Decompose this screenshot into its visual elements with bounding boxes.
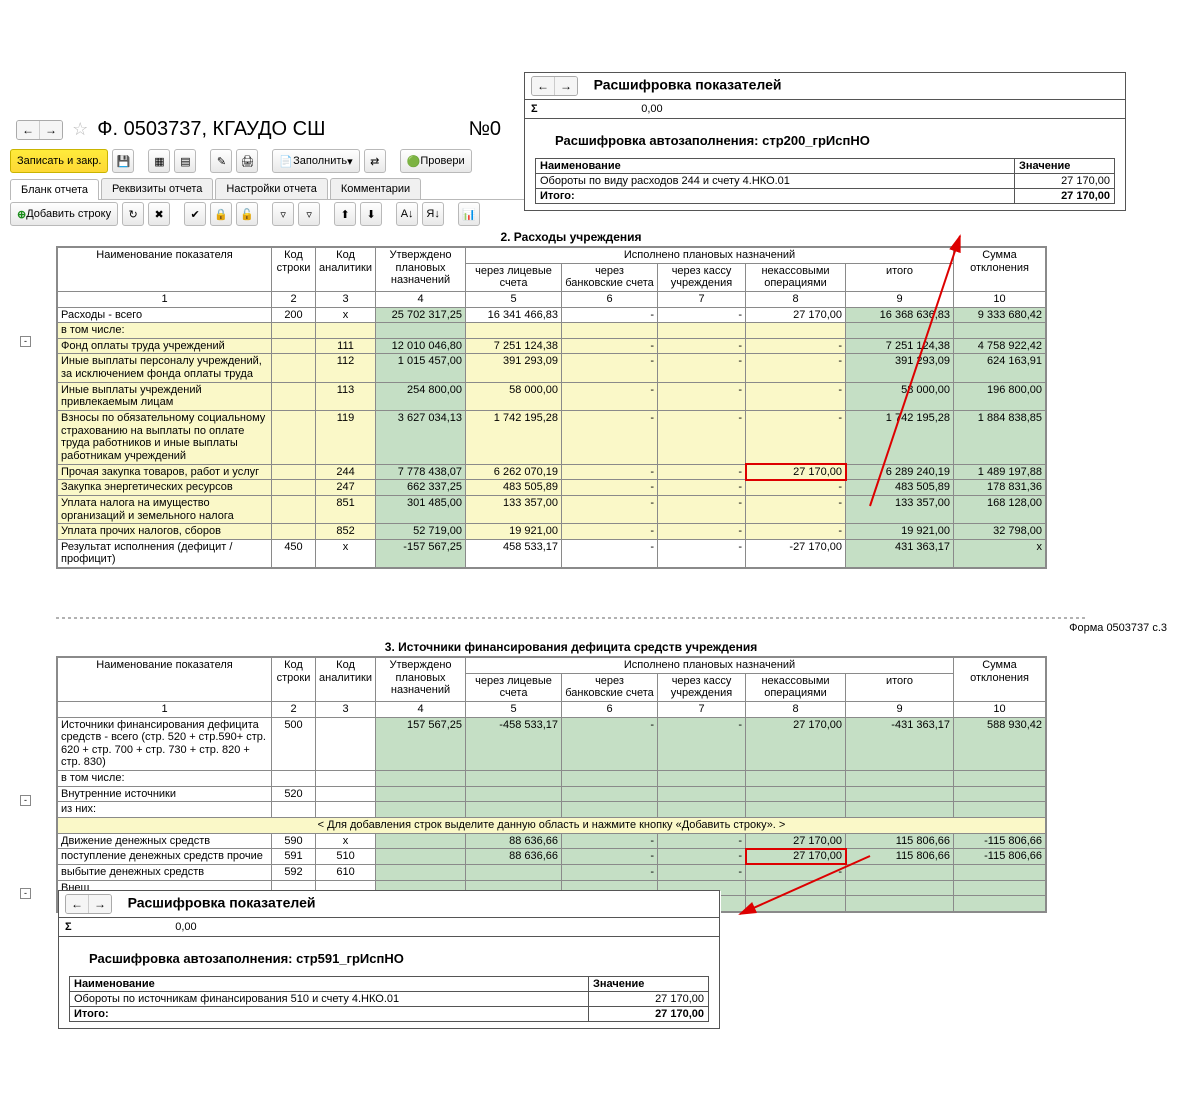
grid-toolbar: ⊕ Добавить строку ↻ ✖ ✔ 🔒 🔓 ▿ ▿ ⬆ ⬇ А↓ Я…	[10, 202, 480, 226]
unlock-icon[interactable]: 🔓	[236, 202, 258, 226]
table-row[interactable]: поступление денежных средств прочие59151…	[58, 849, 1046, 865]
table-row[interactable]: Уплата налога на имущество организаций и…	[58, 495, 1046, 523]
sigma-input[interactable]	[75, 920, 199, 934]
table-row[interactable]: Прочая закупка товаров, работ и услуг244…	[58, 464, 1046, 480]
lock-icon[interactable]: 🔒	[210, 202, 232, 226]
filter2-icon[interactable]: ▿	[298, 202, 320, 226]
table-row[interactable]: Закупка энергетических ресурсов247662 33…	[58, 480, 1046, 496]
tab-settings[interactable]: Настройки отчета	[215, 178, 327, 199]
popup-nav[interactable]: ←→	[65, 894, 112, 914]
section2-title: 2. Расходы учреждения	[56, 230, 1086, 244]
check-icon[interactable]: ✔	[184, 202, 206, 226]
tab-blank[interactable]: Бланк отчета	[10, 179, 99, 200]
chart-icon[interactable]: 📊	[458, 202, 480, 226]
tab-comments[interactable]: Комментарии	[330, 178, 421, 199]
filter1-icon[interactable]: ▿	[272, 202, 294, 226]
delete-icon[interactable]: ✖	[148, 202, 170, 226]
table-row[interactable]: Взносы по обязательному социальному стра…	[58, 411, 1046, 465]
section3-table[interactable]: Наименование показателя Код строки Код а…	[57, 657, 1046, 912]
convert-icon[interactable]: ⇄	[364, 149, 386, 173]
section2-table[interactable]: Наименование показателя Код строки Код а…	[57, 247, 1046, 568]
nav-back-forward[interactable]: ←→	[16, 120, 63, 140]
table-row[interactable]: Расходы - всего200x25 702 317,2516 341 4…	[58, 307, 1046, 323]
table-row[interactable]: Источники финансирования дефицита средст…	[58, 717, 1046, 771]
save-icon[interactable]: 💾	[112, 149, 134, 173]
table-row[interactable]: Движение денежных средств590x88 636,66--…	[58, 833, 1046, 849]
up-icon[interactable]: ⬆	[334, 202, 356, 226]
favorite-star-icon[interactable]: ☆	[72, 119, 88, 140]
refresh-icon[interactable]: ↻	[122, 202, 144, 226]
popup-nav[interactable]: ←→	[531, 76, 578, 96]
table-row[interactable]: Иные выплаты учреждений привлекаемым лиц…	[58, 382, 1046, 410]
popup-header: Расшифровка автозаполнения: стр591_грИсп…	[59, 937, 719, 976]
popup-table: НаименованиеЗначение Обороты по источник…	[69, 976, 709, 1022]
popup-title: Расшифровка показателей	[594, 77, 782, 93]
table-row[interactable]: Уплата прочих налогов, сборов85252 719,0…	[58, 524, 1046, 540]
print-icon[interactable]: 🖨	[236, 149, 258, 173]
table-row[interactable]: Результат исполнения (дефицит / профицит…	[58, 539, 1046, 567]
tabs: Бланк отчета Реквизиты отчета Настройки …	[10, 178, 530, 200]
tree-toggle-icon[interactable]: -	[20, 795, 31, 806]
popup-title: Расшифровка показателей	[128, 895, 316, 911]
sort-za-icon[interactable]: Я↓	[422, 202, 444, 226]
edit-icon[interactable]: ✎	[210, 149, 232, 173]
table-row[interactable]: выбытие денежных средств592610---	[58, 864, 1046, 880]
popup-table: НаименованиеЗначение Обороты по виду рас…	[535, 158, 1115, 204]
table-row[interactable]: в том числе:	[58, 771, 1046, 787]
check-button[interactable]: 🟢 Провери	[400, 149, 472, 173]
down-icon[interactable]: ⬇	[360, 202, 382, 226]
table-row[interactable]: Фонд оплаты труда учреждений11112 010 04…	[58, 338, 1046, 354]
detail-popup-2: ←→ Расшифровка показателей Σ Расшифровка…	[58, 890, 720, 1029]
table-row[interactable]: в том числе:	[58, 323, 1046, 339]
form-footer: Форма 0503737 с.3	[1069, 622, 1167, 634]
detail-popup-1: ←→ Расшифровка показателей Σ Расшифровка…	[524, 72, 1126, 211]
table-row[interactable]: < Для добавления строк выделите данную о…	[58, 818, 1046, 834]
tab-requisites[interactable]: Реквизиты отчета	[101, 178, 213, 199]
fill-button[interactable]: 📄 Заполнить ▾	[272, 149, 359, 173]
tree-toggle-icon[interactable]: -	[20, 888, 31, 899]
tree-toggle-icon[interactable]: -	[20, 336, 31, 347]
popup-header: Расшифровка автозаполнения: стр200_грИсп…	[525, 119, 1125, 158]
layout-icon[interactable]: ▤	[174, 149, 196, 173]
table-row[interactable]: Иные выплаты персоналу учреждений, за ис…	[58, 354, 1046, 382]
grid-icon[interactable]: ▦	[148, 149, 170, 173]
section3-title: 3. Источники финансирования дефицита сре…	[56, 640, 1086, 654]
table-row[interactable]: Внутренние источники520	[58, 786, 1046, 802]
page-title: Ф. 0503737, КГАУДО СШ	[97, 118, 325, 140]
sort-az-icon[interactable]: А↓	[396, 202, 418, 226]
save-and-close-button[interactable]: Записать и закр.	[10, 149, 108, 173]
main-toolbar: Записать и закр. 💾 ▦ ▤ ✎ 🖨 📄 Заполнить ▾…	[10, 148, 472, 174]
add-row-button[interactable]: ⊕ Добавить строку	[10, 202, 118, 226]
table-row[interactable]: из них:	[58, 802, 1046, 818]
sigma-input[interactable]	[541, 102, 665, 116]
page-subtitle: №0	[468, 118, 501, 140]
